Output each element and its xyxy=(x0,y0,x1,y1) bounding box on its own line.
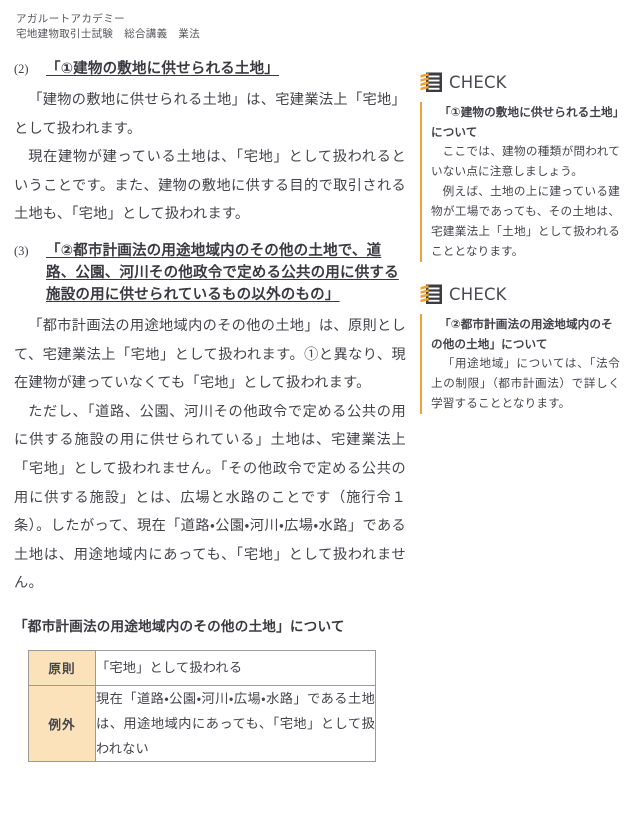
academy-name: アガルートアカデミー xyxy=(16,14,125,25)
check-label: CHECK xyxy=(449,284,507,304)
section-heading-3: (3) 「②都市計画法の用途地域内のその他の土地で、道路、公園、河川その他政令で… xyxy=(14,240,406,306)
course-line: 宅地建物取引士試験 総合講義 業法 xyxy=(16,27,614,42)
check-header: CHECK xyxy=(420,284,620,305)
section-heading-2: (2) 「①建物の敷地に供せられる土地」 xyxy=(14,58,406,80)
page-body: (2) 「①建物の敷地に供せられる土地」 「建物の敷地に供せられる土地」は、宅建… xyxy=(14,58,620,762)
check-block: CHECK 「①建物の敷地に供せられる土地」について ここでは、建物の種類が問わ… xyxy=(420,72,620,262)
section-number: (2) xyxy=(14,62,29,76)
table-row: 原則 「宅地」として扱われる xyxy=(28,649,376,686)
summary-table: 原則 「宅地」として扱われる 例外 現在「道路・公園・河川・広場・水路」である土… xyxy=(28,649,376,762)
check-body: 「①建物の敷地に供せられる土地」について ここでは、建物の種類が問われていない点… xyxy=(420,102,620,262)
section-title: 「①建物の敷地に供せられる土地」 xyxy=(46,61,279,77)
table-row-label: 例外 xyxy=(28,684,96,762)
main-column: (2) 「①建物の敷地に供せられる土地」 「建物の敷地に供せられる土地」は、宅建… xyxy=(14,58,406,762)
course-exam: 宅地建物取引士試験 xyxy=(16,29,114,40)
sidebar-column: CHECK 「①建物の敷地に供せられる土地」について ここでは、建物の種類が問わ… xyxy=(420,58,620,420)
paragraph: ただし、「道路、公園、河川その他政令で定める公共の用に供する施設の用に供せられて… xyxy=(14,403,406,592)
section-number: (3) xyxy=(14,243,29,258)
check-body: 「②都市計画法の用途地域内のその他の土地」について 「用途地域」については、「法… xyxy=(420,314,620,414)
check-paragraph: 「用途地域」については、「法令上の制限」（都市計画法）で詳しく学習することとなり… xyxy=(431,357,620,410)
paragraph: 「建物の敷地に供せられる土地」は、宅建業法上「宅地」として扱われます。 xyxy=(14,92,406,137)
check-label: CHECK xyxy=(449,72,507,92)
paragraph: 現在建物が建っている土地は、「宅地」として扱われるということです。また、建物の敷… xyxy=(14,149,406,223)
check-stack-icon xyxy=(420,72,444,93)
check-paragraph: ここでは、建物の種類が問われていない点に注意しましょう。 xyxy=(431,145,620,178)
table-row: 例外 現在「道路・公園・河川・広場・水路」である土地は、用途地域内にあっても、「… xyxy=(28,684,376,762)
course-subject: 業法 xyxy=(178,29,201,40)
table-row-value: 現在「道路・公園・河川・広場・水路」である土地は、用途地域内にあっても、「宅地」… xyxy=(95,684,376,762)
check-block: CHECK 「②都市計画法の用途地域内のその他の土地」について 「用途地域」につ… xyxy=(420,284,620,414)
table-row-value: 「宅地」として扱われる xyxy=(95,649,376,686)
running-header: アガルートアカデミー 宅地建物取引士試験 総合講義 業法 xyxy=(16,12,614,42)
paragraph: 「都市計画法の用途地域内のその他の土地」は、原則として、宅建業法上「宅地」として… xyxy=(14,317,406,392)
check-header: CHECK xyxy=(420,72,620,93)
check-stack-icon xyxy=(420,284,444,305)
check-paragraph: 例えば、土地の上に建っている建物が工場であっても、その土地は、宅建業法上「土地」… xyxy=(431,185,620,258)
check-title: 「②都市計画法の用途地域内のその他の土地」について xyxy=(431,317,613,351)
table-row-label: 原則 xyxy=(28,649,96,686)
course-type: 総合講義 xyxy=(124,29,168,40)
document-page: アガルートアカデミー 宅地建物取引士試験 総合講義 業法 (2) 「①建物の敷地に供… xyxy=(0,0,628,820)
check-title: 「①建物の敷地に供せられる土地」について xyxy=(431,105,619,139)
table-caption: 「都市計画法の用途地域内のその他の土地」について xyxy=(14,618,345,635)
section-title: 「②都市計画法の用途地域内のその他の土地で、道路、公園、河川その他政令で定める公… xyxy=(46,242,399,303)
